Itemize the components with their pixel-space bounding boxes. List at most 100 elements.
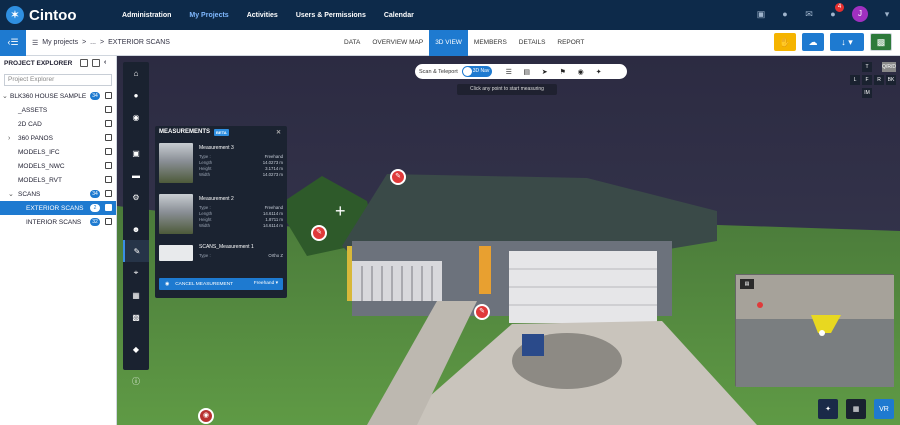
tab-report[interactable]: REPORT xyxy=(551,30,590,56)
tab-details[interactable]: DETAILS xyxy=(513,30,552,56)
cube-left[interactable]: L xyxy=(850,75,860,85)
breadcrumb-root[interactable]: My projects xyxy=(42,39,78,46)
tab-3d-view[interactable]: 3D VIEW xyxy=(429,30,468,56)
logo[interactable]: ✶ Cintoo xyxy=(6,6,106,24)
tree-item-blk360[interactable]: ⌄ BLK360 HOUSE SAMPLE 34 xyxy=(0,89,116,103)
measurement-pin[interactable]: ✎ xyxy=(311,225,327,241)
tag-icon[interactable]: ◆ xyxy=(123,338,149,360)
camera-icon[interactable]: ◉ xyxy=(576,68,586,76)
3d-viewer[interactable]: ✎ ✎ ✎ ◉ + ⌂ ● ◉ ▣ ▬ ⚙ ☻ ✎ ⌖ ▦ ▩ ◆ ⓘ Scan… xyxy=(117,56,900,425)
settings-icon[interactable]: ⚙ xyxy=(123,186,149,208)
measurement-item[interactable]: SCANS_Measurement 1 Type : Ortho Z xyxy=(155,243,287,263)
checkbox[interactable] xyxy=(105,218,112,225)
mail-icon[interactable]: ✉ xyxy=(804,9,814,19)
measurements-panel: MEASUREMENTS BETA ✕ Measurement 3 Type :… xyxy=(155,126,287,298)
tree-item-360-panos[interactable]: › 360 PANOS xyxy=(0,131,116,145)
nav-users-permissions[interactable]: Users & Permissions xyxy=(296,12,366,19)
paste-icon[interactable] xyxy=(92,59,100,67)
checkbox[interactable] xyxy=(105,190,112,197)
cube-mode[interactable]: Q/R/D xyxy=(882,62,896,72)
search-input[interactable]: Project Explorer xyxy=(4,74,112,86)
cancel-measurement-button[interactable]: ◉ CANCEL MEASUREMENT Freehand ▾ xyxy=(159,278,283,290)
tree-item-exterior-scans[interactable]: EXTERIOR SCANS 2 xyxy=(0,201,116,215)
cube-top[interactable]: T xyxy=(862,62,872,72)
collapse-icon[interactable]: ‹ xyxy=(104,59,112,67)
compass-icon[interactable]: ✦ xyxy=(818,399,838,419)
tree-item-interior-scans[interactable]: INTERIOR SCANS 32 xyxy=(0,215,116,229)
measure-mode-select[interactable]: Freehand ▾ xyxy=(251,279,281,289)
bell-icon[interactable]: ● 4 xyxy=(828,3,844,19)
snapshot-icon[interactable]: ▩ xyxy=(123,306,149,328)
measurement-item[interactable]: Measurement 2 Type : Freehand Length 14.61… xyxy=(155,192,287,240)
comment-icon[interactable]: ▣ xyxy=(123,142,149,164)
measure-icon[interactable]: ✎ xyxy=(123,240,149,262)
home-icon[interactable]: ⌂ xyxy=(123,62,149,84)
breadcrumb-ellipsis[interactable]: ... xyxy=(90,39,96,46)
globe-icon[interactable]: ◉ xyxy=(123,106,149,128)
nav-administration[interactable]: Administration xyxy=(122,12,171,19)
cloud-upload-button[interactable]: ☁ xyxy=(802,33,824,51)
flag-icon[interactable]: ⚑ xyxy=(558,68,568,76)
share-icon[interactable]: ✦ xyxy=(594,68,604,76)
checkbox[interactable] xyxy=(105,162,112,169)
measurement-pin[interactable]: ✎ xyxy=(390,169,406,185)
cube-back[interactable]: BK xyxy=(886,75,896,85)
chevron-down-icon[interactable]: ▾ xyxy=(882,9,892,19)
pointer-icon[interactable]: ➤ xyxy=(540,68,550,76)
measurement-pin[interactable]: ◉ xyxy=(198,408,214,424)
sidebar-title: PROJECT EXPLORER xyxy=(4,60,73,67)
cube-front[interactable]: F xyxy=(862,75,872,85)
breadcrumb: ☰ My projects > ... > EXTERIOR SCANS xyxy=(32,39,174,47)
avatar[interactable]: J xyxy=(852,6,868,22)
checkbox[interactable] xyxy=(105,92,112,99)
share-button[interactable]: ✋ xyxy=(774,33,796,51)
tree-item-assets[interactable]: _ASSETS xyxy=(0,103,116,117)
chat-icon[interactable]: ▣ xyxy=(756,9,766,19)
checkbox[interactable] xyxy=(105,204,112,211)
3d-nav-toggle[interactable]: 3D Nav xyxy=(461,66,492,77)
chevron-down-icon[interactable]: ⌄ xyxy=(8,190,16,198)
tree-item-scans[interactable]: ⌄ SCANS 34 xyxy=(0,187,116,201)
minimap-toggle-icon[interactable]: ▤ xyxy=(740,279,754,289)
copy-icon[interactable] xyxy=(80,59,88,67)
columns-icon[interactable]: ☰ xyxy=(504,68,514,76)
tree-item-models-ifc[interactable]: MODELS_IFC xyxy=(0,145,116,159)
vr-icon[interactable]: VR xyxy=(874,399,894,419)
checkbox[interactable] xyxy=(105,148,112,155)
info-icon[interactable]: ⓘ xyxy=(123,370,149,392)
tree-item-models-rvt[interactable]: MODELS_RVT xyxy=(0,173,116,187)
tab-data[interactable]: DATA xyxy=(338,30,366,56)
cube-iso[interactable]: IM xyxy=(862,88,872,98)
tree-item-2d-cad[interactable]: 2D CAD xyxy=(0,117,116,131)
measurement-item[interactable]: Measurement 3 Type : Freehand Length 14.02… xyxy=(155,141,287,189)
measurement-pin[interactable]: ✎ xyxy=(474,304,490,320)
help-icon[interactable]: ● xyxy=(780,9,790,19)
download-button[interactable]: ↓ ▾ xyxy=(830,33,864,51)
layers-icon[interactable]: ▦ xyxy=(123,284,149,306)
nav-my-projects[interactable]: My Projects xyxy=(189,12,228,19)
count-badge: 2 xyxy=(90,204,100,212)
export-button[interactable]: ▩ xyxy=(870,33,892,51)
tab-members[interactable]: MEMBERS xyxy=(468,30,513,56)
fullscreen-icon[interactable]: ▦ xyxy=(846,399,866,419)
checkbox[interactable] xyxy=(105,176,112,183)
cube-right[interactable]: R xyxy=(874,75,884,85)
checkbox[interactable] xyxy=(105,106,112,113)
person-icon[interactable]: ☻ xyxy=(123,218,149,240)
minimap[interactable]: ▤ xyxy=(735,274,894,387)
close-icon[interactable]: ✕ xyxy=(276,129,281,136)
nav-activities[interactable]: Activities xyxy=(247,12,278,19)
orbit-icon[interactable]: ● xyxy=(123,84,149,106)
chevron-right-icon[interactable]: › xyxy=(8,135,16,142)
tab-overview-map[interactable]: OVERVIEW MAP xyxy=(366,30,429,56)
checkbox[interactable] xyxy=(105,120,112,127)
clipboard-icon[interactable]: ▤ xyxy=(522,68,532,76)
sidebar-toggle-button[interactable]: ‹☰ xyxy=(0,29,26,56)
checkbox[interactable] xyxy=(105,134,112,141)
chevron-down-icon[interactable]: ⌄ xyxy=(2,92,10,100)
folder-icon[interactable]: ▬ xyxy=(123,164,149,186)
nav-calendar[interactable]: Calendar xyxy=(384,12,414,19)
scan-teleport-label[interactable]: Scan & Teleport xyxy=(415,69,462,75)
tree-item-models-nwc[interactable]: MODELS_NWC xyxy=(0,159,116,173)
crop-icon[interactable]: ⌖ xyxy=(123,262,149,284)
